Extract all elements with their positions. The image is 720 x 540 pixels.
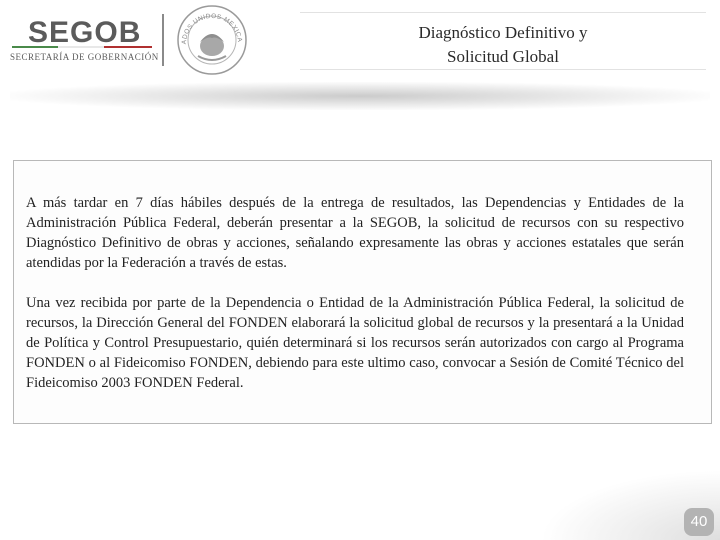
- content-box: A más tardar en 7 días hábiles después d…: [13, 160, 712, 424]
- slide-title-line1: Diagnóstico Definitivo y: [418, 23, 588, 42]
- paragraph-global-request: Una vez recibida por parte de la Depende…: [26, 295, 684, 391]
- national-seal-icon: ESTADOS UNIDOS MEXICANOS: [176, 4, 247, 75]
- slide-title-box: Diagnóstico Definitivo y Solicitud Globa…: [300, 12, 706, 70]
- header-divider: [162, 14, 164, 66]
- logo-flag-bar: [12, 46, 152, 48]
- logo-subtitle: SECRETARÍA DE GOBERNACIÓN: [10, 52, 159, 62]
- page-number-badge: 40: [684, 508, 714, 536]
- slide-title-line2: Solicitud Global: [447, 47, 559, 66]
- header-shadow-band: [10, 82, 710, 110]
- slide-header: SEGOB SECRETARÍA DE GOBERNACIÓN ESTADOS …: [0, 0, 720, 85]
- paragraph-deadline: A más tardar en 7 días hábiles después d…: [26, 195, 684, 271]
- segob-logo: SEGOB SECRETARÍA DE GOBERNACIÓN: [8, 14, 158, 69]
- logo-wordmark: SEGOB: [28, 16, 142, 49]
- slide-title: Diagnóstico Definitivo y Solicitud Globa…: [300, 21, 706, 69]
